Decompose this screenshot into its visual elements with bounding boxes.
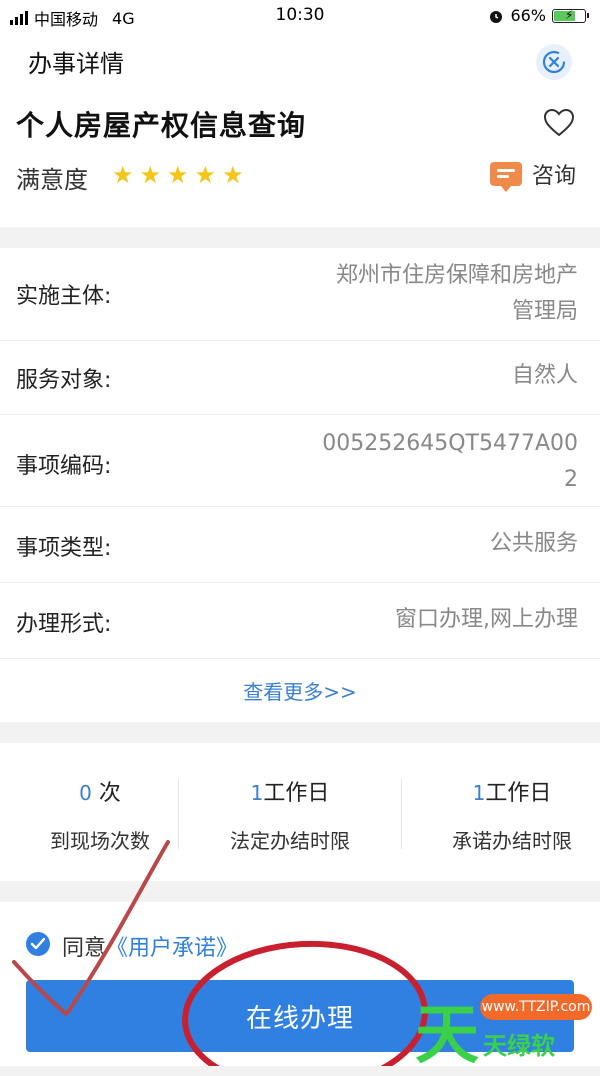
- info-row-target: 服务对象: 自然人: [0, 340, 600, 415]
- service-header: 个人房屋产权信息查询 满意度 ★ ★ ★ ★ ★ 咨询: [0, 92, 600, 227]
- info-list: 实施主体: 郑州市住房保障和房地产 管理局 服务对象: 自然人 事项编码: 00…: [0, 248, 600, 722]
- row-label: 事项编码:: [16, 454, 112, 479]
- star-icon: ★: [139, 161, 162, 189]
- star-icon: ★: [194, 161, 217, 189]
- info-row-code: 事项编码: 005252645QT5477A00 2: [0, 414, 600, 507]
- stat-legal-limit: 1工作日 法定办结时限: [230, 781, 350, 853]
- view-more-link[interactable]: 查看更多>>: [0, 676, 600, 705]
- favorite-heart-icon[interactable]: [542, 106, 576, 140]
- star-icon: ★: [222, 161, 244, 189]
- service-name: 个人房屋产权信息查询: [16, 109, 307, 142]
- divider: [178, 779, 179, 849]
- page-title: 办事详情: [28, 50, 124, 78]
- row-label: 服务对象:: [16, 368, 112, 393]
- stats-panel: 0 次 到现场次数 1工作日 法定办结时限 1工作日 承诺办结时限: [0, 743, 600, 881]
- consult-label: 咨询: [531, 164, 576, 189]
- row-value: 自然人: [511, 363, 578, 388]
- watermark-logo: 天 www.TTZIP.com 天绿软: [415, 992, 600, 1073]
- row-value: 公共服务: [489, 531, 578, 556]
- user-promise-link[interactable]: 《用户承诺》: [106, 936, 238, 961]
- alarm-icon: [490, 10, 503, 23]
- battery-icon: ⚡: [552, 8, 589, 23]
- info-row-type: 事项类型: 公共服务: [0, 506, 600, 583]
- stat-visits: 0 次 到现场次数: [50, 781, 150, 853]
- nav-bar: 办事详情: [0, 30, 600, 92]
- row-value: 郑州市住房保障和房地产 管理局: [335, 263, 578, 324]
- star-icon: ★: [112, 161, 134, 189]
- rating-stars: ★ ★ ★ ★ ★: [112, 163, 244, 187]
- row-label: 办理形式:: [16, 612, 112, 637]
- stat-promised-limit: 1工作日 承诺办结时限: [452, 781, 572, 853]
- chat-bubble-icon: [489, 162, 522, 192]
- star-icon: ★: [167, 161, 189, 189]
- checkmark-icon: [30, 937, 46, 950]
- info-row-implementer: 实施主体: 郑州市住房保障和房地产 管理局: [0, 248, 600, 341]
- close-button[interactable]: [536, 44, 572, 80]
- info-row-mode: 办理形式: 窗口办理,网上办理: [0, 582, 600, 659]
- row-value: 005252645QT5477A00 2: [322, 431, 578, 492]
- divider: [401, 779, 402, 849]
- status-bar: 中国移动 4G 10:30 66% ⚡: [0, 0, 600, 30]
- close-icon: [542, 50, 566, 74]
- battery-percent: 66%: [510, 6, 546, 25]
- row-label: 实施主体:: [16, 284, 112, 309]
- row-label: 事项类型:: [16, 536, 112, 561]
- agree-text: 同意《用户承诺》: [62, 936, 239, 961]
- agree-checkbox[interactable]: [26, 932, 50, 956]
- row-value: 窗口办理,网上办理: [395, 607, 578, 632]
- satisfaction-label: 满意度: [16, 166, 88, 194]
- consult-button[interactable]: 咨询: [489, 158, 576, 192]
